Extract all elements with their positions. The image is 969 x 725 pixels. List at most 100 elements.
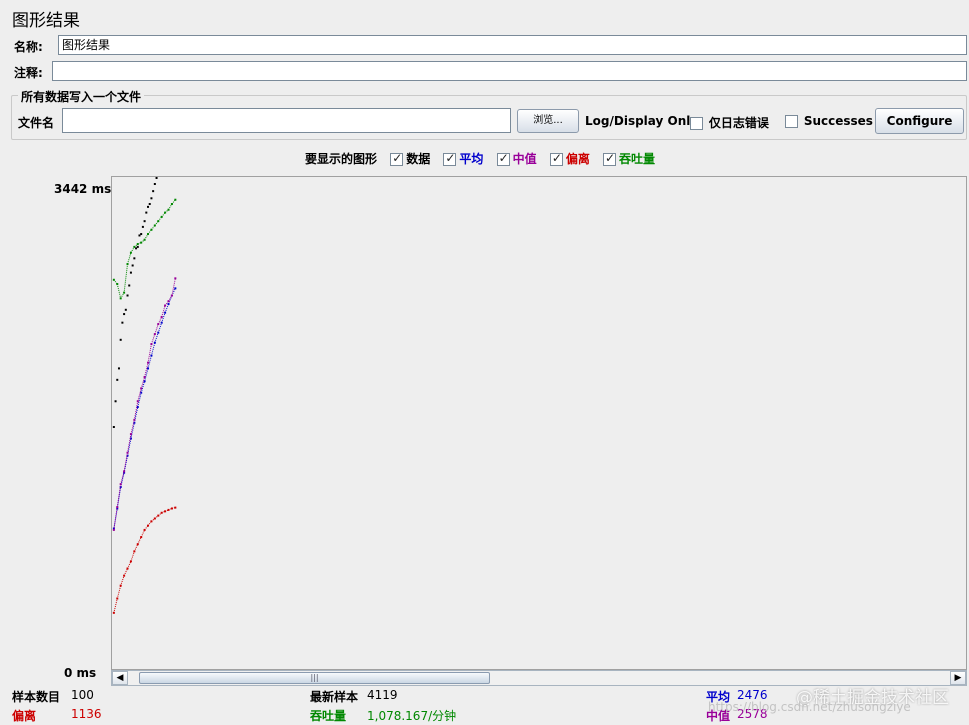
errors-only-label: 仅日志错误	[708, 116, 769, 130]
samples-value: 100	[71, 688, 94, 702]
series-0-point-3	[117, 367, 120, 370]
series-3-segment-9	[140, 529, 146, 538]
series-3-segment-5	[127, 561, 132, 569]
series-0-point-10	[129, 271, 132, 274]
series-0-point-6	[123, 313, 126, 316]
series-3-segment-2	[116, 585, 122, 599]
y-max-label: 3442 ms	[54, 182, 112, 196]
series-1-segment-2	[116, 486, 122, 509]
browse-button[interactable]: 浏览...	[517, 109, 579, 133]
throughput-label: 吞吐量	[310, 709, 347, 723]
series-0-point-12	[133, 257, 136, 260]
throughput-option-label: 吞吐量	[619, 152, 656, 166]
series-4-segment-12	[151, 225, 156, 231]
series-0-point-14	[136, 245, 139, 248]
series-3-segment-4	[123, 568, 128, 576]
series-4-segment-11	[147, 229, 152, 235]
series-2-segment-11	[147, 344, 152, 363]
series-4-segment-15	[161, 212, 166, 218]
series-0-point-18	[143, 220, 146, 223]
series-1-segment-6	[130, 422, 135, 439]
graph-options-label: 要显示的图形	[305, 152, 378, 166]
series-3-segment-8	[137, 536, 142, 545]
scroll-left-arrow-icon[interactable]: ◀	[112, 671, 128, 685]
successes-checkbox[interactable]: Successes	[785, 114, 873, 128]
graph-option-data[interactable]: 数据	[390, 151, 431, 166]
series-4-segment-14	[157, 216, 163, 222]
throughput-checkbox[interactable]	[603, 151, 617, 166]
series-1-segment-17	[168, 295, 173, 305]
throughput-value: 1,078.167/分钟	[367, 709, 457, 723]
series-4-segment-5	[127, 252, 132, 265]
name-label: 名称:	[14, 40, 43, 54]
series-0-point-8	[126, 294, 129, 297]
series-0-point-15	[138, 234, 141, 237]
series-0-point-25	[155, 177, 158, 179]
series-0-point-20	[147, 205, 150, 208]
successes-box[interactable]	[785, 115, 798, 128]
deviation-label: 偏离	[12, 709, 37, 723]
series-2-segment-18	[171, 278, 176, 296]
series-0-point-19	[145, 211, 148, 214]
write-results-legend: 所有数据写入一个文件	[18, 88, 145, 105]
median-option-label: 中值	[512, 152, 537, 166]
series-4-segment-18	[171, 199, 176, 205]
y-min-label: 0 ms	[64, 666, 97, 680]
comment-field[interactable]	[52, 61, 967, 81]
data-checkbox[interactable]	[390, 151, 404, 166]
series-3-segment-10	[144, 525, 149, 531]
data-option-label: 数据	[406, 152, 431, 166]
panel-title: 图形结果	[12, 11, 80, 31]
series-0-point-22	[150, 197, 153, 200]
latest-sample-value: 4119	[367, 688, 398, 702]
series-0-point-9	[128, 284, 131, 287]
series-0-point-23	[152, 190, 155, 193]
latest-sample-label: 最新样本	[310, 690, 359, 704]
watermark-url: https://blog.csdn.net/zhusongziye	[708, 700, 911, 714]
deviation-value: 1136	[71, 707, 102, 721]
series-1-segment-4	[123, 455, 129, 473]
successes-label: Successes	[803, 114, 873, 128]
average-option-label: 平均	[459, 152, 484, 166]
series-0-point-24	[153, 183, 156, 186]
series-0-point-13	[135, 247, 138, 250]
series-4-segment-4	[123, 263, 129, 293]
series-3-segment-6	[130, 551, 135, 562]
series-0-point-7	[124, 308, 127, 311]
filename-field[interactable]	[62, 108, 511, 133]
scroll-right-arrow-icon[interactable]: ▶	[950, 671, 966, 685]
average-checkbox[interactable]	[443, 151, 457, 166]
configure-button[interactable]: Configure	[875, 108, 964, 134]
graph-canvas	[111, 176, 967, 670]
scroll-thumb[interactable]: |||	[139, 672, 490, 684]
graph-options-row: 要显示的图形 数据 平均 中值 偏离 吞吐量	[305, 150, 655, 167]
name-field[interactable]: 图形结果	[58, 35, 967, 55]
median-checkbox[interactable]	[496, 151, 510, 166]
graph-option-median[interactable]: 中值	[496, 151, 537, 166]
errors-only-checkbox[interactable]: 仅日志错误	[690, 114, 769, 131]
series-0-point-16	[140, 233, 143, 236]
graph-option-throughput[interactable]: 吞吐量	[603, 151, 656, 166]
series-0-point-0	[112, 426, 115, 429]
graph-option-average[interactable]: 平均	[443, 151, 484, 166]
deviation-checkbox[interactable]	[549, 151, 563, 166]
log-display-label: Log/Display Only:	[585, 114, 703, 128]
series-2-segment-15	[161, 305, 166, 318]
graph-option-deviation[interactable]: 偏离	[549, 151, 590, 166]
series-3-segment-7	[133, 543, 139, 552]
deviation-option-label: 偏离	[565, 152, 590, 166]
series-0-point-4	[119, 338, 122, 341]
errors-only-box[interactable]	[690, 117, 703, 130]
series-0-point-21	[148, 203, 151, 206]
samples-label: 样本数目	[12, 690, 61, 704]
series-0-point-1	[114, 400, 117, 403]
graph-svg	[112, 177, 177, 614]
comment-label: 注释:	[14, 66, 43, 80]
series-3-segment-11	[147, 521, 152, 526]
series-1-segment-9	[140, 381, 146, 393]
series-3-segment-1	[113, 598, 118, 613]
series-3-segment-3	[120, 575, 125, 586]
series-4-segment-1	[113, 279, 118, 285]
series-0-point-2	[116, 378, 119, 381]
filename-label: 文件名	[18, 116, 55, 130]
